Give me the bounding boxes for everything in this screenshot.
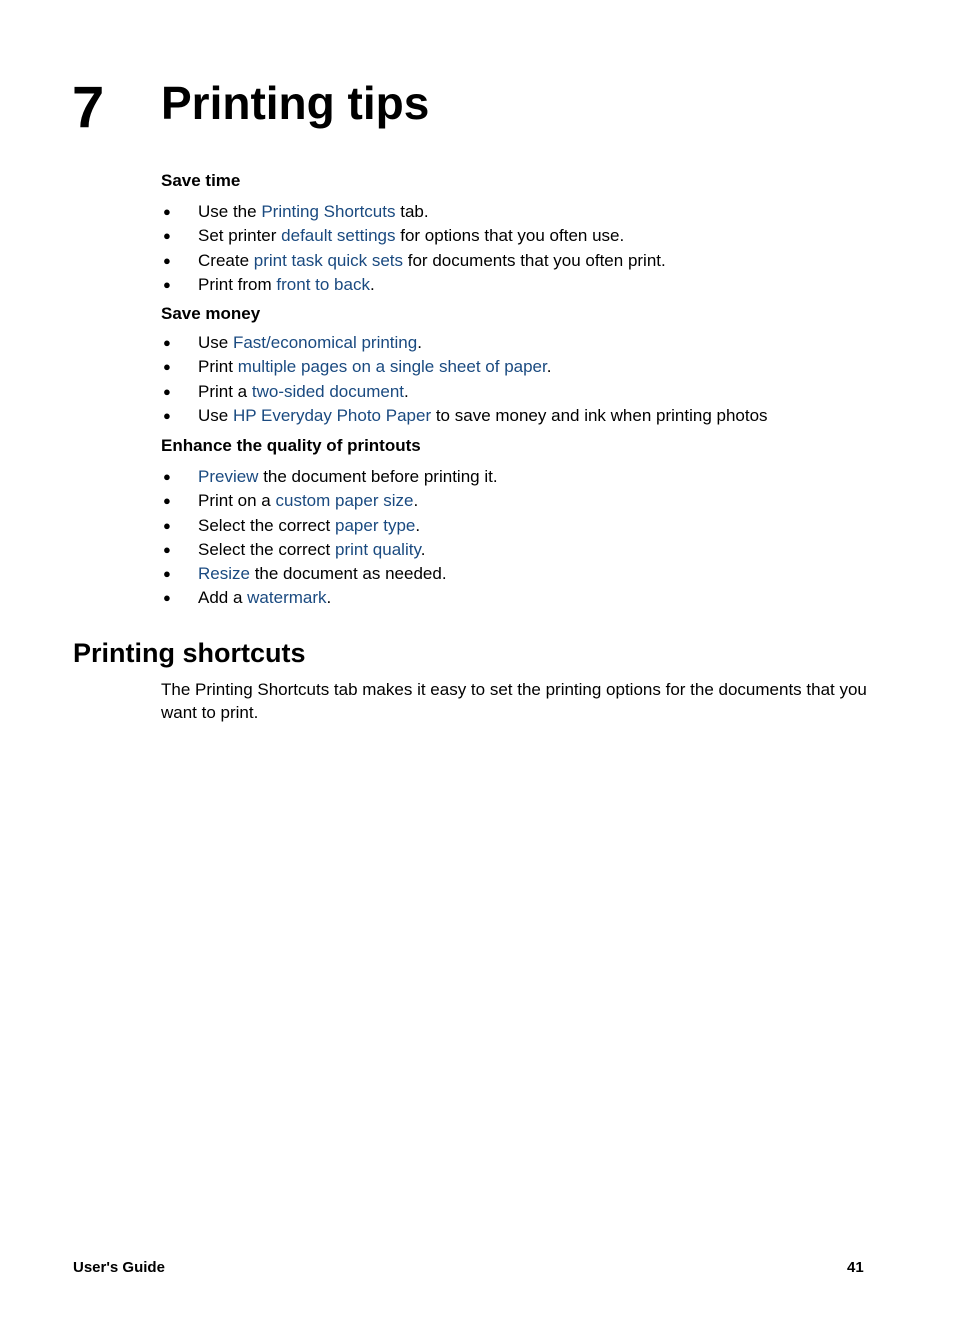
item-text: Select the correct xyxy=(198,539,336,559)
bullet-icon: ● xyxy=(163,335,171,350)
section-save-time: Save time ● Use the Printing Shortcuts ta… xyxy=(161,171,881,297)
item-text: Set printer xyxy=(198,226,282,246)
help-link[interactable]: default settings xyxy=(281,226,395,245)
bullet-icon: ● xyxy=(163,383,171,399)
section-heading: Save time xyxy=(161,171,241,190)
help-link[interactable]: multiple pages on a single sheet of pape… xyxy=(238,357,547,376)
help-link[interactable]: Preview xyxy=(198,467,258,486)
bullet-icon: ● xyxy=(163,493,171,509)
tips-list: ● Use Fast/economical printing. ● Print mul… xyxy=(161,331,881,428)
help-link[interactable]: custom paper size xyxy=(276,491,414,510)
item-text: . xyxy=(404,381,409,401)
list-item: ● Add a watermark. xyxy=(161,586,881,610)
list-item: ● Print from front to back. xyxy=(161,273,881,297)
item-text: the document as needed. xyxy=(249,564,447,584)
bullet-icon: ● xyxy=(163,517,171,533)
item-text: . xyxy=(420,539,426,559)
item-text: Print on a xyxy=(198,491,276,511)
item-text: tab. xyxy=(395,202,429,221)
list-item: ● Set printer default settings for option… xyxy=(161,224,881,248)
item-text: Use xyxy=(198,333,233,352)
item-text: . xyxy=(417,333,422,352)
list-item: ● Print multiple pages on a single sheet … xyxy=(161,355,881,379)
help-link[interactable]: two-sided document xyxy=(252,382,404,401)
list-item: ● Use Fast/economical printing. xyxy=(161,331,881,355)
help-link[interactable]: watermark xyxy=(247,588,326,607)
help-link[interactable]: Printing Shortcuts xyxy=(261,202,395,221)
chapter-title: Printing tips xyxy=(161,77,430,129)
bullet-icon: ● xyxy=(163,566,171,582)
section-heading: Save money xyxy=(161,304,261,323)
item-text: Select the correct xyxy=(198,515,336,535)
printing-shortcuts-heading: Printing shortcuts xyxy=(73,638,306,668)
tips-list: ● Use the Printing Shortcuts tab. ● Set pri… xyxy=(161,200,881,297)
item-text: for options that you often use. xyxy=(395,226,625,246)
item-text: . xyxy=(546,357,552,377)
chapter-number: 7 xyxy=(72,75,105,140)
list-item: ● Select the correct print quality. xyxy=(161,538,881,562)
item-text: . xyxy=(369,274,375,294)
help-link[interactable]: HP Everyday Photo Paper xyxy=(233,406,431,425)
section-heading: Enhance the quality of printouts xyxy=(161,436,421,455)
item-text: to save money and ink when printing phot… xyxy=(431,405,768,425)
help-link[interactable]: print task quick sets xyxy=(254,251,403,270)
printing-shortcuts-paragraph: The Printing Shortcuts tab makes it easy… xyxy=(161,680,867,722)
item-text: Use xyxy=(198,405,233,425)
footer-guide-title: User's Guide xyxy=(73,1259,165,1276)
tips-list: ● Preview the document before printing it… xyxy=(161,465,881,611)
bullet-icon: ● xyxy=(163,590,171,606)
bullet-icon: ● xyxy=(163,541,171,557)
bullet-icon: ● xyxy=(163,252,171,268)
help-link[interactable]: print quality xyxy=(335,540,421,559)
help-link[interactable]: paper type xyxy=(335,516,415,535)
bullet-icon: ● xyxy=(163,228,171,244)
section-save-money: Save money ● Use Fast/economical printing… xyxy=(161,304,881,428)
bullet-icon: ● xyxy=(163,276,171,292)
help-link[interactable]: front to back xyxy=(276,275,370,294)
help-link[interactable]: Resize xyxy=(198,564,250,583)
bullet-icon: ● xyxy=(163,407,171,423)
item-text: . xyxy=(415,515,421,535)
list-item: ● Create print task quick sets for docume… xyxy=(161,249,881,273)
list-item: ● Preview the document before printing it… xyxy=(161,465,881,489)
list-item: ● Print a two-sided document. xyxy=(161,380,881,404)
item-text: for documents that you often print. xyxy=(403,250,666,270)
item-text: Print a xyxy=(198,381,252,401)
bullet-icon: ● xyxy=(163,469,171,484)
list-item: ● Resize the document as needed. xyxy=(161,562,881,586)
item-text: the document before printing it. xyxy=(258,467,498,486)
item-text: . xyxy=(413,491,419,511)
item-text: Add a xyxy=(198,588,248,608)
item-text: . xyxy=(326,588,332,608)
item-text: Use the xyxy=(198,202,262,221)
list-item: ● Use HP Everyday Photo Paper to save mon… xyxy=(161,404,881,428)
list-item: ● Print on a custom paper size. xyxy=(161,489,881,513)
item-text: Create xyxy=(198,250,254,270)
help-link[interactable]: Fast/economical printing xyxy=(233,333,417,352)
section-enhance-quality: Enhance the quality of printouts ● Previe… xyxy=(161,436,881,611)
bullet-icon: ● xyxy=(163,359,171,375)
bullet-icon: ● xyxy=(163,204,171,219)
item-text: Print xyxy=(198,357,238,377)
list-item: ● Use the Printing Shortcuts tab. xyxy=(161,200,881,224)
item-text: Print from xyxy=(198,274,277,294)
list-item: ● Select the correct paper type. xyxy=(161,514,881,538)
footer-page-number: 41 xyxy=(847,1259,864,1276)
